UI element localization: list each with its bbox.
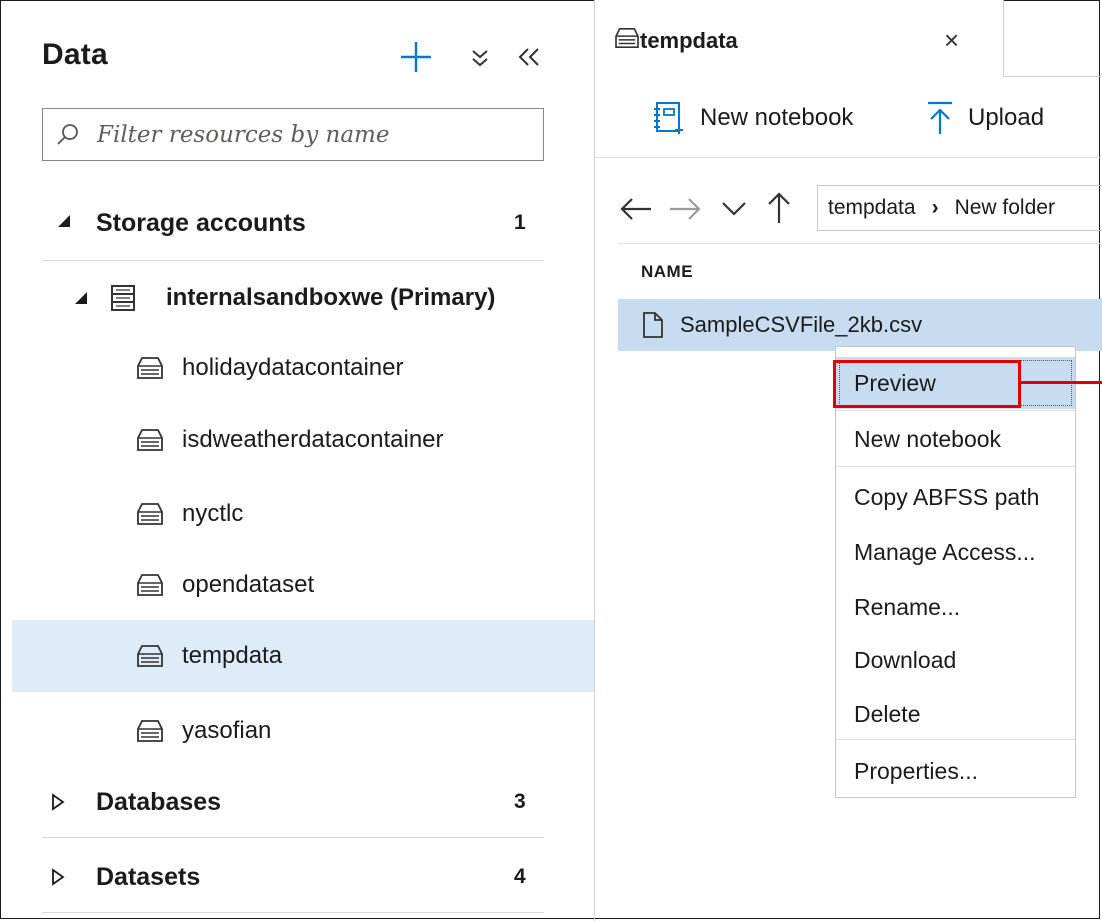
breadcrumb-divider (618, 243, 1102, 244)
menu-item-download[interactable]: Download (836, 634, 1075, 686)
column-header-name[interactable]: NAME (641, 262, 693, 282)
forward-arrow-icon[interactable] (668, 196, 702, 222)
add-icon[interactable] (396, 37, 436, 77)
search-icon (57, 123, 78, 145)
collapsed-triangle-icon (52, 868, 65, 886)
container-label: isdweatherdatacontainer (182, 426, 444, 453)
breadcrumb-current[interactable]: New folder (955, 196, 1055, 220)
group-separator (42, 912, 544, 913)
context-menu: Preview New notebook Copy ABFSS path Man… (835, 346, 1076, 798)
back-arrow-icon[interactable] (619, 196, 653, 222)
storage-account-icon (111, 285, 135, 311)
group-count: 4 (514, 865, 526, 888)
file-name: SampleCSVFile_2kb.csv (680, 312, 923, 337)
tab-label: tempdata (640, 28, 738, 53)
tree-item-container[interactable]: opendataset (12, 557, 594, 613)
panel-title: Data (42, 38, 108, 71)
filter-input[interactable] (95, 120, 539, 149)
tree-item-container[interactable]: isdweatherdatacontainer (12, 412, 594, 468)
upload-icon (928, 101, 952, 134)
menu-item-manage-access[interactable]: Manage Access... (836, 526, 1075, 578)
up-arrow-icon[interactable] (766, 191, 792, 225)
container-icon (137, 357, 163, 379)
tree-item-container[interactable]: holidaydatacontainer (12, 340, 594, 396)
container-icon (137, 720, 163, 742)
account-label: internalsandboxwe (Primary) (166, 284, 496, 311)
tab-tempdata[interactable]: tempdata × (595, 0, 1004, 76)
menu-item-copy-abfss-path[interactable]: Copy ABFSS path (836, 471, 1075, 523)
container-label: nyctlc (182, 500, 244, 527)
container-icon (137, 503, 163, 525)
group-count: 3 (514, 790, 526, 813)
menu-separator (836, 466, 1075, 467)
new-notebook-label: New notebook (700, 104, 854, 131)
menu-item-properties[interactable]: Properties... (836, 745, 1075, 797)
menu-item-delete[interactable]: Delete (836, 688, 1075, 740)
tree-item-container[interactable]: nyctlc (12, 486, 594, 542)
close-icon[interactable]: × (944, 25, 959, 56)
breadcrumb[interactable]: tempdata › New folder (817, 185, 1102, 231)
file-row[interactable]: SampleCSVFile_2kb.csv (618, 299, 1102, 351)
tree-group-datasets[interactable]: Datasets 4 (12, 851, 594, 903)
menu-item-new-notebook[interactable]: New notebook (836, 413, 1075, 465)
container-icon (137, 429, 163, 451)
container-icon (137, 645, 163, 667)
tree-group-databases[interactable]: Databases 3 (12, 776, 594, 828)
hide-panel-icon[interactable] (514, 42, 544, 72)
filter-box[interactable] (42, 108, 544, 161)
new-notebook-button[interactable]: New notebook (652, 96, 853, 140)
upload-label: Upload (968, 104, 1045, 131)
group-label: Datasets (96, 862, 201, 891)
container-icon (137, 574, 163, 596)
menu-separator (836, 410, 1075, 411)
tree-group-storage-accounts[interactable]: Storage accounts 1 (12, 198, 594, 248)
container-label: tempdata (182, 642, 283, 669)
tree-item-container-selected[interactable]: tempdata (12, 620, 594, 692)
breadcrumb-separator: › (931, 196, 939, 219)
group-label: Storage accounts (96, 208, 306, 237)
container-icon (615, 28, 639, 48)
annotation-callout-line (1021, 381, 1102, 384)
container-label: opendataset (182, 571, 315, 598)
expanded-triangle-icon (58, 215, 70, 227)
toolbar-divider (595, 157, 1102, 158)
notebook-icon (654, 102, 683, 134)
collapse-all-icon[interactable] (466, 44, 494, 72)
file-icon (643, 312, 663, 338)
upload-button[interactable]: Upload (926, 96, 1044, 140)
chevron-down-icon[interactable] (720, 200, 748, 218)
group-count: 1 (514, 211, 526, 234)
menu-separator (836, 739, 1075, 740)
tab-bar-line (1003, 76, 1102, 77)
expanded-triangle-icon (75, 292, 87, 304)
group-separator (42, 837, 544, 838)
container-label: holidaydatacontainer (182, 354, 404, 381)
tree-item-account[interactable]: internalsandboxwe (Primary) (12, 273, 594, 323)
panel-divider[interactable] (594, 0, 595, 921)
breadcrumb-root[interactable]: tempdata (828, 196, 916, 220)
group-separator (42, 260, 544, 261)
collapsed-triangle-icon (52, 793, 65, 811)
group-label: Databases (96, 787, 222, 816)
container-label: yasofian (182, 717, 272, 744)
tree-item-container[interactable]: yasofian (12, 703, 594, 759)
menu-item-rename[interactable]: Rename... (836, 581, 1075, 633)
